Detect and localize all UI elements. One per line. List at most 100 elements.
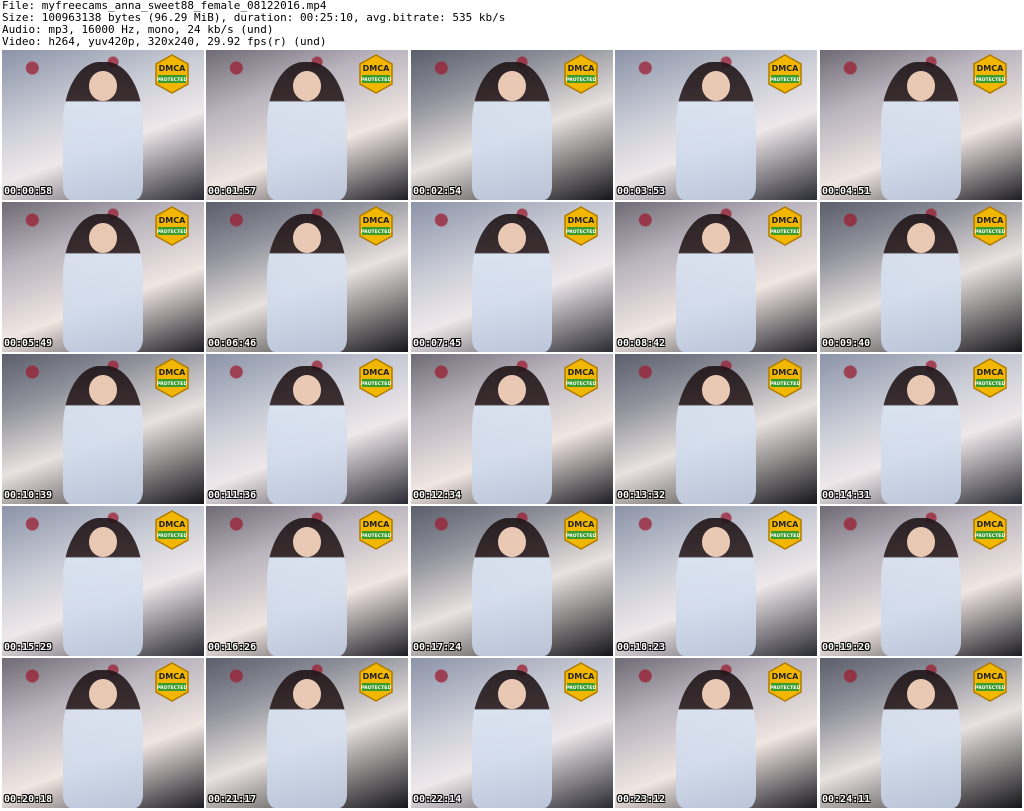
badge-bottom-text: PROTECTED xyxy=(361,685,392,691)
badge-top-text: DMCA xyxy=(568,216,595,225)
video-thumbnail: DMCA PROTECTED 00:07:45 xyxy=(411,202,613,352)
badge-bottom-text: PROTECTED xyxy=(566,533,597,539)
face-shape xyxy=(701,223,731,253)
face-shape xyxy=(701,375,731,405)
face-shape xyxy=(701,71,731,101)
badge-bottom-text: PROTECTED xyxy=(157,381,188,387)
thumbnail-timestamp: 00:05:49 xyxy=(4,338,53,349)
video-thumbnail: DMCA PROTECTED 00:02:54 xyxy=(411,50,613,200)
badge-top-text: DMCA xyxy=(363,672,390,681)
badge-bottom-text: PROTECTED xyxy=(361,533,392,539)
badge-bottom-text: PROTECTED xyxy=(975,533,1006,539)
badge-top-text: DMCA xyxy=(772,672,799,681)
face-shape xyxy=(292,223,322,253)
dmca-protected-badge-icon: DMCA PROTECTED xyxy=(970,358,1010,398)
video-thumbnail: DMCA PROTECTED 00:15:29 xyxy=(2,506,204,656)
badge-bottom-text: PROTECTED xyxy=(157,533,188,539)
badge-top-text: DMCA xyxy=(977,672,1004,681)
thumbnail-timestamp: 00:11:36 xyxy=(208,490,257,501)
video-thumbnail: DMCA PROTECTED 00:23:12 xyxy=(615,658,817,808)
thumbnail-timestamp: 00:01:57 xyxy=(208,186,257,197)
thumbnail-timestamp: 00:14:31 xyxy=(822,490,871,501)
badge-bottom-text: PROTECTED xyxy=(975,77,1006,83)
video-thumbnail: DMCA PROTECTED 00:01:57 xyxy=(206,50,408,200)
badge-bottom-text: PROTECTED xyxy=(157,229,188,235)
badge-bottom-text: PROTECTED xyxy=(770,533,801,539)
video-info-line: Video: h264, yuv420p, 320x240, 29.92 fps… xyxy=(2,36,327,48)
face-shape xyxy=(497,71,527,101)
badge-top-text: DMCA xyxy=(568,672,595,681)
badge-bottom-text: PROTECTED xyxy=(157,77,188,83)
badge-top-text: DMCA xyxy=(159,520,186,529)
thumbnail-timestamp: 00:07:45 xyxy=(413,338,462,349)
thumbnail-timestamp: 00:16:26 xyxy=(208,642,257,653)
thumbnail-timestamp: 00:06:46 xyxy=(208,338,257,349)
dmca-protected-badge-icon: DMCA PROTECTED xyxy=(561,510,601,550)
badge-top-text: DMCA xyxy=(772,216,799,225)
badge-bottom-text: PROTECTED xyxy=(975,381,1006,387)
file-size-line: Size: 100963138 bytes (96.29 MiB), durat… xyxy=(2,12,506,24)
dmca-protected-badge-icon: DMCA PROTECTED xyxy=(765,206,805,246)
badge-top-text: DMCA xyxy=(977,64,1004,73)
dmca-protected-badge-icon: DMCA PROTECTED xyxy=(765,358,805,398)
dmca-protected-badge-icon: DMCA PROTECTED xyxy=(561,54,601,94)
dmca-protected-badge-icon: DMCA PROTECTED xyxy=(356,206,396,246)
thumbnail-timestamp: 00:04:51 xyxy=(822,186,871,197)
face-shape xyxy=(88,527,118,557)
badge-bottom-text: PROTECTED xyxy=(770,685,801,691)
face-shape xyxy=(906,679,936,709)
thumbnail-timestamp: 00:03:53 xyxy=(617,186,666,197)
video-thumbnail: DMCA PROTECTED 00:09:40 xyxy=(820,202,1022,352)
video-thumbnail: DMCA PROTECTED 00:21:17 xyxy=(206,658,408,808)
dmca-protected-badge-icon: DMCA PROTECTED xyxy=(765,54,805,94)
badge-top-text: DMCA xyxy=(772,368,799,377)
video-thumbnail: DMCA PROTECTED 00:08:42 xyxy=(615,202,817,352)
thumbnail-timestamp: 00:23:12 xyxy=(617,794,666,805)
face-shape xyxy=(88,375,118,405)
thumbnail-timestamp: 00:17:24 xyxy=(413,642,462,653)
badge-bottom-text: PROTECTED xyxy=(975,229,1006,235)
dmca-protected-badge-icon: DMCA PROTECTED xyxy=(152,54,192,94)
dmca-protected-badge-icon: DMCA PROTECTED xyxy=(970,206,1010,246)
badge-bottom-text: PROTECTED xyxy=(566,77,597,83)
thumbnail-grid: DMCA PROTECTED 00:00:58 DMCA PROTECTED 00:01:… xyxy=(0,50,1024,810)
badge-top-text: DMCA xyxy=(772,64,799,73)
thumbnail-timestamp: 00:10:39 xyxy=(4,490,53,501)
face-shape xyxy=(906,375,936,405)
thumbnail-timestamp: 00:02:54 xyxy=(413,186,462,197)
thumbnail-timestamp: 00:22:14 xyxy=(413,794,462,805)
face-shape xyxy=(88,71,118,101)
badge-top-text: DMCA xyxy=(363,520,390,529)
dmca-protected-badge-icon: DMCA PROTECTED xyxy=(970,54,1010,94)
video-thumbnail: DMCA PROTECTED 00:13:32 xyxy=(615,354,817,504)
face-shape xyxy=(292,679,322,709)
badge-top-text: DMCA xyxy=(772,520,799,529)
face-shape xyxy=(292,71,322,101)
file-name-line: File: myfreecams_anna_sweet88_female_081… xyxy=(2,0,327,12)
dmca-protected-badge-icon: DMCA PROTECTED xyxy=(765,662,805,702)
badge-bottom-text: PROTECTED xyxy=(157,685,188,691)
video-thumbnail: DMCA PROTECTED 00:11:36 xyxy=(206,354,408,504)
dmca-protected-badge-icon: DMCA PROTECTED xyxy=(152,510,192,550)
face-shape xyxy=(88,223,118,253)
thumbnail-timestamp: 00:20:18 xyxy=(4,794,53,805)
video-thumbnail: DMCA PROTECTED 00:06:46 xyxy=(206,202,408,352)
badge-top-text: DMCA xyxy=(977,216,1004,225)
face-shape xyxy=(292,527,322,557)
face-shape xyxy=(906,223,936,253)
video-thumbnail: DMCA PROTECTED 00:22:14 xyxy=(411,658,613,808)
video-thumbnail: DMCA PROTECTED 00:12:34 xyxy=(411,354,613,504)
thumbnail-timestamp: 00:12:34 xyxy=(413,490,462,501)
face-shape xyxy=(497,223,527,253)
face-shape xyxy=(88,679,118,709)
badge-bottom-text: PROTECTED xyxy=(770,229,801,235)
thumbnail-timestamp: 00:24:11 xyxy=(822,794,871,805)
badge-top-text: DMCA xyxy=(159,368,186,377)
video-thumbnail: DMCA PROTECTED 00:18:23 xyxy=(615,506,817,656)
dmca-protected-badge-icon: DMCA PROTECTED xyxy=(356,510,396,550)
dmca-protected-badge-icon: DMCA PROTECTED xyxy=(970,510,1010,550)
badge-bottom-text: PROTECTED xyxy=(361,77,392,83)
video-thumbnail: DMCA PROTECTED 00:10:39 xyxy=(2,354,204,504)
video-thumbnail: DMCA PROTECTED 00:17:24 xyxy=(411,506,613,656)
dmca-protected-badge-icon: DMCA PROTECTED xyxy=(356,358,396,398)
